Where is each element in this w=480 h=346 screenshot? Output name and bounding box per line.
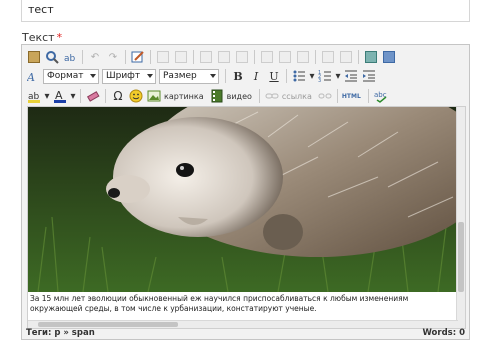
rich-text-editor: ab ↶ ↷ A Формат Шрифт Размер B I U ▾ 1 2…	[21, 44, 470, 340]
toolbar-row-1: ab ↶ ↷	[22, 47, 469, 67]
row-after-icon[interactable]	[216, 49, 232, 65]
spellcheck-icon[interactable]: abc	[373, 88, 389, 104]
split-cells-icon[interactable]	[320, 49, 336, 65]
fullscreen-icon[interactable]	[381, 49, 397, 65]
merge-cells-icon[interactable]	[338, 49, 354, 65]
edit-icon[interactable]	[130, 49, 146, 65]
element-path: Теги: p » span	[26, 328, 95, 338]
link-icon[interactable]	[264, 88, 280, 104]
text-color-dropdown-icon[interactable]: ▾	[70, 88, 76, 104]
preview-icon[interactable]	[363, 49, 379, 65]
image-caption: За 15 млн лет эволюции обыкновенный еж н…	[30, 294, 409, 313]
unlink-icon[interactable]	[317, 88, 333, 104]
toolbar-row-3: ab ▾ A ▾ Ω картинка видео ссылка HTML ab…	[22, 86, 469, 106]
format-select[interactable]: Формат	[43, 68, 99, 84]
numbered-list-dropdown-icon[interactable]: ▾	[335, 68, 341, 84]
highlight-icon[interactable]: ab	[26, 88, 42, 104]
indent-icon[interactable]	[361, 68, 377, 84]
bullet-list-dropdown-icon[interactable]: ▾	[309, 68, 315, 84]
smiley-icon[interactable]	[128, 88, 144, 104]
redo-icon[interactable]: ↷	[105, 49, 121, 65]
svg-text:ab: ab	[64, 54, 76, 64]
delete-row-icon[interactable]	[234, 49, 250, 65]
editor-content-area[interactable]: За 15 млн лет эволюции обыкновенный еж н…	[27, 106, 466, 329]
required-mark: *	[56, 31, 63, 44]
undo-icon[interactable]: ↶	[87, 49, 103, 65]
outdent-icon[interactable]	[343, 68, 359, 84]
font-select[interactable]: Шрифт	[102, 68, 156, 84]
size-select[interactable]: Размер	[159, 68, 219, 84]
hedgehog-image	[28, 107, 458, 292]
svg-text:A: A	[27, 71, 35, 83]
bullet-list-icon[interactable]	[291, 68, 307, 84]
image-button[interactable]: картинка	[164, 92, 204, 101]
row-before-icon[interactable]	[198, 49, 214, 65]
paste-icon[interactable]	[26, 49, 42, 65]
replace-icon[interactable]: ab	[62, 49, 78, 65]
vertical-scrollbar[interactable]	[456, 107, 465, 328]
italic-button[interactable]: I	[248, 68, 264, 84]
eraser-icon[interactable]	[85, 88, 101, 104]
title-input-value: тест	[28, 3, 54, 16]
table-props-icon[interactable]	[173, 49, 189, 65]
video-icon[interactable]	[209, 88, 225, 104]
text-field-label: Текст *	[22, 31, 63, 44]
image-icon[interactable]	[146, 88, 162, 104]
col-after-icon[interactable]	[277, 49, 293, 65]
bold-button[interactable]: B	[230, 68, 246, 84]
special-char-button[interactable]: Ω	[110, 88, 126, 104]
text-color-icon[interactable]: A	[52, 88, 68, 104]
vertical-scroll-thumb[interactable]	[458, 222, 464, 292]
underline-button[interactable]: U	[266, 68, 282, 84]
svg-text:3: 3	[318, 78, 321, 83]
title-input[interactable]: тест	[21, 0, 470, 22]
table-icon[interactable]	[155, 49, 171, 65]
link-button[interactable]: ссылка	[282, 92, 312, 101]
editor-statusbar: Теги: p » span Words: 0	[22, 327, 469, 339]
toolbar-row-2: A Формат Шрифт Размер B I U ▾ 123 ▾	[22, 66, 469, 86]
video-button[interactable]: видео	[227, 92, 252, 101]
delete-col-icon[interactable]	[295, 49, 311, 65]
find-icon[interactable]	[44, 49, 60, 65]
word-count: Words: 0	[422, 328, 465, 338]
numbered-list-icon[interactable]: 123	[317, 68, 333, 84]
highlight-dropdown-icon[interactable]: ▾	[44, 88, 50, 104]
col-before-icon[interactable]	[259, 49, 275, 65]
html-button[interactable]: HTML	[342, 93, 361, 100]
styles-icon[interactable]: A	[26, 68, 42, 84]
